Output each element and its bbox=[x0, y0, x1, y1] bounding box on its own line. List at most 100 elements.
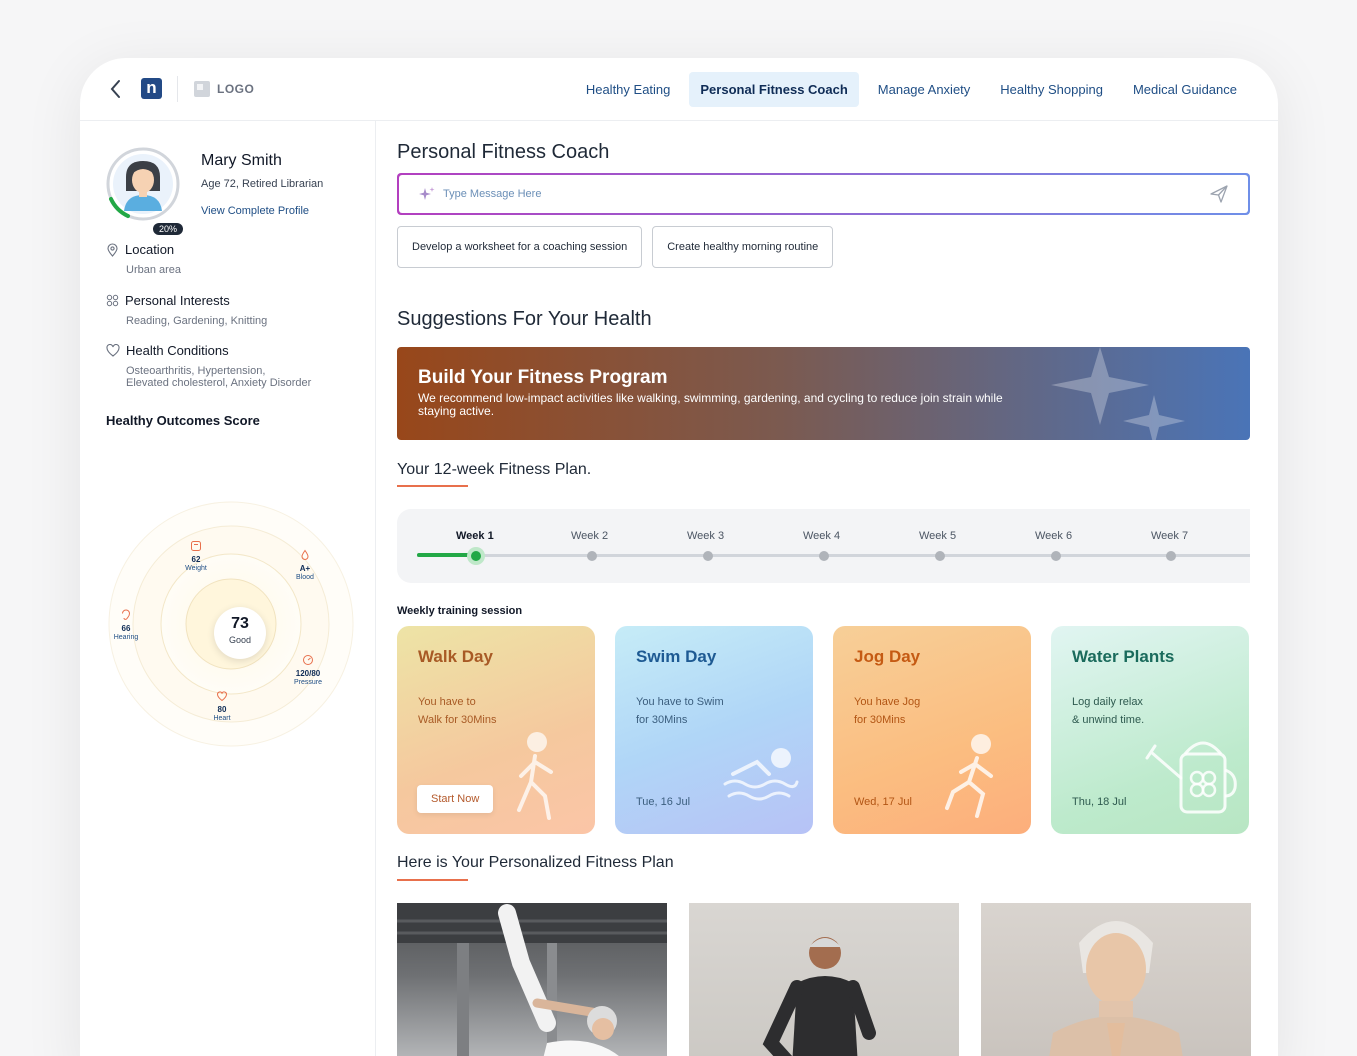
card-text: You have to Walk for 30Mins bbox=[418, 696, 497, 726]
week-5-label[interactable]: Week 5 bbox=[919, 530, 956, 542]
score-center: 73 Good bbox=[214, 607, 266, 659]
metric-hearing[interactable]: 66 Hearing bbox=[101, 609, 151, 642]
location-pin-icon bbox=[107, 242, 118, 257]
week-4-label[interactable]: Week 4 bbox=[803, 530, 840, 542]
jog-day-card[interactable]: Jog Day You have Jog for 30Mins Wed, 17 J… bbox=[833, 626, 1031, 834]
conditions-value: Osteoarthritis, Hypertension, Elevated c… bbox=[126, 365, 311, 389]
metric-pressure-value: 120/80 bbox=[295, 669, 321, 678]
tab-manage-anxiety[interactable]: Manage Anxiety bbox=[867, 72, 982, 107]
walking-person-icon bbox=[517, 732, 553, 820]
interests-value: Reading, Gardening, Knitting bbox=[126, 315, 268, 327]
conditions-section: Health Conditions Osteoarthritis, Hypert… bbox=[106, 343, 311, 389]
card-title: Water Plants bbox=[1072, 647, 1175, 666]
heart-icon bbox=[216, 691, 228, 702]
grid-icon bbox=[106, 294, 119, 307]
profile-completion-badge: 20% bbox=[153, 223, 184, 235]
week-7-dot[interactable] bbox=[1166, 551, 1176, 561]
weekly-session-title: Weekly training session bbox=[397, 605, 523, 617]
walk-day-card[interactable]: Walk Day You have to Walk for 30Mins Star… bbox=[397, 626, 595, 834]
scale-icon bbox=[191, 541, 201, 551]
score-status: Good bbox=[228, 635, 252, 645]
conditions-line-2: Elevated cholesterol, Anxiety Disorder bbox=[126, 377, 312, 389]
week-track bbox=[417, 554, 1250, 557]
meditation-photo[interactable] bbox=[981, 903, 1251, 1056]
card-date: Thu, 18 Jul bbox=[1072, 796, 1127, 808]
interests-section: Personal Interests Reading, Gardening, K… bbox=[106, 293, 267, 327]
interests-label: Personal Interests bbox=[125, 293, 230, 308]
water-plants-card[interactable]: Water Plants Log daily relax & unwind tim… bbox=[1051, 626, 1249, 834]
week-3-dot[interactable] bbox=[703, 551, 713, 561]
logo: LOGO bbox=[194, 81, 254, 97]
score-radar: 73 Good 62 Weight A+ Blood 66 Hearing 12… bbox=[108, 501, 368, 761]
view-profile-link[interactable]: View Complete Profile bbox=[201, 205, 309, 217]
metric-blood-label: Blood bbox=[296, 574, 314, 581]
message-input-wrapper: Type Message Here bbox=[397, 173, 1250, 215]
week-7-label[interactable]: Week 7 bbox=[1151, 530, 1188, 542]
metric-pressure[interactable]: 120/80 Pressure bbox=[283, 654, 333, 687]
week-4-dot[interactable] bbox=[819, 551, 829, 561]
week-6-dot[interactable] bbox=[1051, 551, 1061, 561]
chip-morning-routine[interactable]: Create healthy morning routine bbox=[652, 226, 834, 268]
logo-text: LOGO bbox=[217, 82, 255, 96]
profile-meta: Age 72, Retired Librarian bbox=[201, 178, 324, 190]
location-label: Location bbox=[125, 242, 175, 257]
week-3-label[interactable]: Week 3 bbox=[687, 530, 724, 542]
stretching-photo[interactable] bbox=[397, 903, 667, 1056]
metric-weight-label: Weight bbox=[185, 565, 207, 572]
card-date: Tue, 16 Jul bbox=[636, 796, 691, 808]
personalized-plan-title: Here is Your Personalized Fitness Plan bbox=[397, 854, 674, 871]
avatar-progress-ring bbox=[106, 147, 180, 221]
app-window: n LOGO Healthy Eating Personal Fitness C… bbox=[80, 58, 1278, 1056]
fitness-program-banner[interactable]: Build Your Fitness Program We recommend … bbox=[397, 347, 1250, 440]
card-date: Wed, 17 Jul bbox=[854, 796, 912, 808]
metric-heart-value: 80 bbox=[217, 705, 227, 714]
tab-personal-fitness-coach[interactable]: Personal Fitness Coach bbox=[689, 72, 859, 107]
metric-blood[interactable]: A+ Blood bbox=[280, 549, 330, 582]
tab-medical-guidance[interactable]: Medical Guidance bbox=[1122, 72, 1248, 107]
swim-day-card[interactable]: Swim Day You have to Swim for 30Mins Tue,… bbox=[615, 626, 813, 834]
senior-man-image bbox=[762, 937, 876, 1056]
tab-healthy-shopping[interactable]: Healthy Shopping bbox=[989, 72, 1114, 107]
chip-worksheet[interactable]: Develop a worksheet for a coaching sessi… bbox=[397, 226, 643, 268]
week-2-label[interactable]: Week 2 bbox=[571, 530, 608, 542]
prompt-chips: Develop a worksheet for a coaching sessi… bbox=[397, 226, 834, 268]
metric-blood-value: A+ bbox=[299, 564, 311, 573]
divider bbox=[177, 76, 178, 102]
location-value: Urban area bbox=[126, 264, 182, 276]
watering-can-icon bbox=[1145, 741, 1237, 814]
back-arrow-icon[interactable] bbox=[108, 78, 124, 100]
send-icon[interactable] bbox=[1210, 185, 1228, 203]
avatar[interactable] bbox=[106, 147, 180, 221]
card-text: You have Jog for 30Mins bbox=[854, 696, 921, 726]
brand-logo[interactable]: n bbox=[141, 78, 162, 99]
week-6-label[interactable]: Week 6 bbox=[1035, 530, 1072, 542]
logo-image-icon bbox=[194, 81, 210, 97]
week-1-dot[interactable] bbox=[467, 547, 485, 565]
card-title: Swim Day bbox=[636, 647, 717, 666]
message-input[interactable]: Type Message Here bbox=[399, 175, 1248, 213]
pressure-icon bbox=[303, 655, 313, 665]
metric-weight[interactable]: 62 Weight bbox=[171, 540, 221, 573]
suggestions-title: Suggestions For Your Health bbox=[397, 308, 652, 330]
metric-pressure-label: Pressure bbox=[293, 679, 322, 686]
week-5-dot[interactable] bbox=[935, 551, 945, 561]
metric-heart[interactable]: 80 Heart bbox=[197, 690, 247, 723]
nav-tabs: Healthy Eating Personal Fitness Coach Ma… bbox=[567, 72, 1248, 107]
metric-weight-value: 62 bbox=[191, 555, 201, 564]
score-title: Healthy Outcomes Score bbox=[106, 413, 260, 428]
metric-hearing-value: 66 bbox=[121, 624, 131, 633]
sparkle-icon bbox=[419, 187, 435, 200]
week-1-label[interactable]: Week 1 bbox=[456, 530, 494, 542]
start-now-button[interactable]: Start Now bbox=[417, 785, 494, 813]
metric-hearing-label: Hearing bbox=[113, 634, 139, 641]
metric-heart-label: Heart bbox=[213, 715, 231, 722]
tab-healthy-eating[interactable]: Healthy Eating bbox=[575, 72, 682, 107]
top-bar: n LOGO Healthy Eating Personal Fitness C… bbox=[80, 58, 1278, 121]
jogging-person-icon bbox=[945, 734, 993, 818]
banner-title: Build Your Fitness Program bbox=[418, 367, 668, 388]
week-2-dot[interactable] bbox=[587, 551, 597, 561]
card-text: Log daily relax & unwind time. bbox=[1072, 696, 1145, 726]
stretching-woman-image bbox=[397, 903, 667, 1056]
tai-chi-photo[interactable] bbox=[689, 903, 959, 1056]
week-progress: Week 1 Week 2 Week 3 Week 4 Week 5 Week … bbox=[397, 509, 1250, 583]
